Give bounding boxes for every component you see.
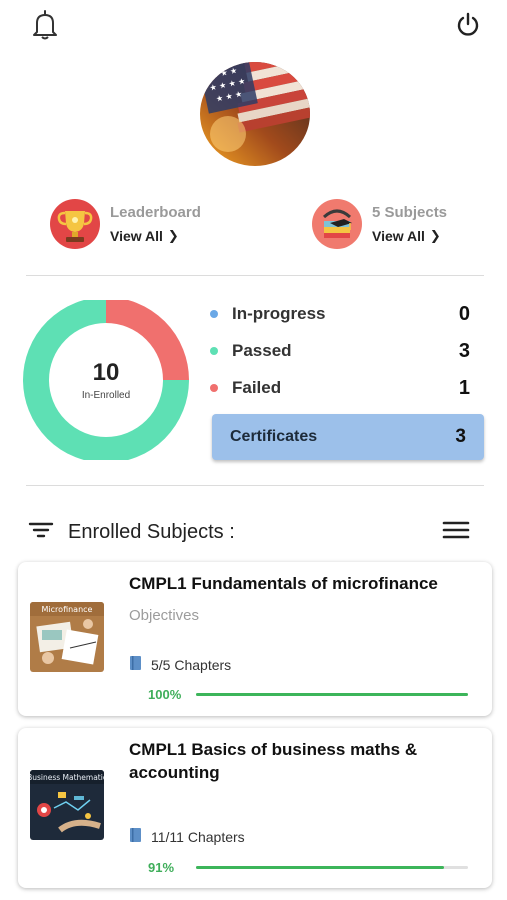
subjects-view-all-link[interactable]: View All ❯: [372, 228, 447, 244]
in-progress-dot: [210, 310, 218, 318]
course-progress: 100%: [148, 686, 468, 702]
stat-label: In-progress: [232, 304, 326, 323]
enrolled-total: 10: [92, 359, 120, 386]
section-title: Enrolled Subjects :: [68, 520, 235, 543]
enrollment-donut-chart: 10 In-Enrolled: [22, 297, 190, 463]
progress-track: [196, 865, 468, 869]
menu-icon[interactable]: [442, 519, 470, 546]
stat-value: 0: [458, 302, 470, 325]
graduation-icon: [312, 199, 362, 249]
progress-track: [196, 692, 468, 696]
chapters-count: 11/11 Chapters: [129, 827, 245, 846]
course-thumbnail: Business Mathematic: [30, 770, 104, 840]
stat-failed: Failed 1: [210, 376, 470, 400]
chapters-label: 11/11 Chapters: [151, 828, 245, 845]
course-card[interactable]: Microfinance CMPL1 Fundamentals of micro…: [18, 562, 492, 716]
leaderboard-shortcut[interactable]: Leaderboard View All ❯: [50, 198, 201, 250]
thumbnail-text: Business Mathematic: [30, 773, 104, 782]
stat-value: 1: [458, 376, 470, 399]
progress-percent: 91%: [148, 859, 175, 875]
failed-dot: [210, 384, 218, 392]
certificates-count: 3: [455, 426, 466, 447]
subjects-view-all-label: View All: [372, 228, 425, 244]
power-icon[interactable]: [451, 8, 485, 42]
trophy-icon: [50, 199, 100, 249]
top-bar: [0, 0, 507, 52]
passed-dot: [210, 347, 218, 355]
stat-label: Failed: [232, 378, 282, 397]
progress-fill: [196, 865, 444, 869]
enrolled-total-label: In-Enrolled: [81, 390, 131, 401]
american-flag-avatar: ★ ★ ★ ★ ★ ★ ★ ★ ★ ★: [200, 62, 310, 166]
course-title: CMPL1 Basics of business maths & account…: [129, 740, 418, 782]
leaderboard-view-all-link[interactable]: View All ❯: [110, 228, 201, 244]
stat-passed: Passed 3: [210, 339, 470, 363]
leaderboard-title: Leaderboard: [110, 204, 201, 221]
stat-value: 3: [458, 339, 470, 362]
divider: [26, 485, 484, 486]
stat-in-progress: In-progress 0: [210, 302, 470, 326]
chevron-right-icon: ❯: [429, 228, 441, 243]
chevron-right-icon: ❯: [167, 228, 179, 243]
stat-label: Passed: [232, 341, 292, 360]
avatar[interactable]: ★ ★ ★ ★ ★ ★ ★ ★ ★ ★: [200, 62, 310, 166]
progress-percent: 100%: [148, 686, 182, 702]
course-card[interactable]: Business Mathematic CMPL1 Basics of busi…: [18, 728, 492, 888]
bell-icon[interactable]: [28, 8, 62, 42]
certificates-button[interactable]: Certificates 3: [212, 414, 484, 460]
filter-icon[interactable]: [28, 519, 54, 546]
subjects-shortcut[interactable]: 5 Subjects View All ❯: [312, 198, 447, 250]
thumbnail-text: Microfinance: [42, 605, 93, 614]
enrolled-subjects-header: Enrolled Subjects :: [28, 515, 470, 549]
progress-fill: [196, 692, 468, 696]
leaderboard-view-all-label: View All: [110, 228, 163, 244]
divider: [26, 275, 484, 276]
course-title: CMPL1 Fundamentals of microfinance: [129, 574, 438, 593]
course-thumbnail: Microfinance: [30, 602, 104, 672]
book-icon: [129, 655, 143, 674]
chapters-label: 5/5 Chapters: [151, 656, 232, 673]
subjects-title: 5 Subjects: [372, 204, 448, 221]
course-progress: 91%: [148, 859, 468, 875]
course-subtitle: Objectives: [129, 607, 200, 624]
certificates-label: Certificates: [230, 428, 318, 445]
book-icon: [129, 827, 143, 846]
chapters-count: 5/5 Chapters: [129, 655, 231, 674]
